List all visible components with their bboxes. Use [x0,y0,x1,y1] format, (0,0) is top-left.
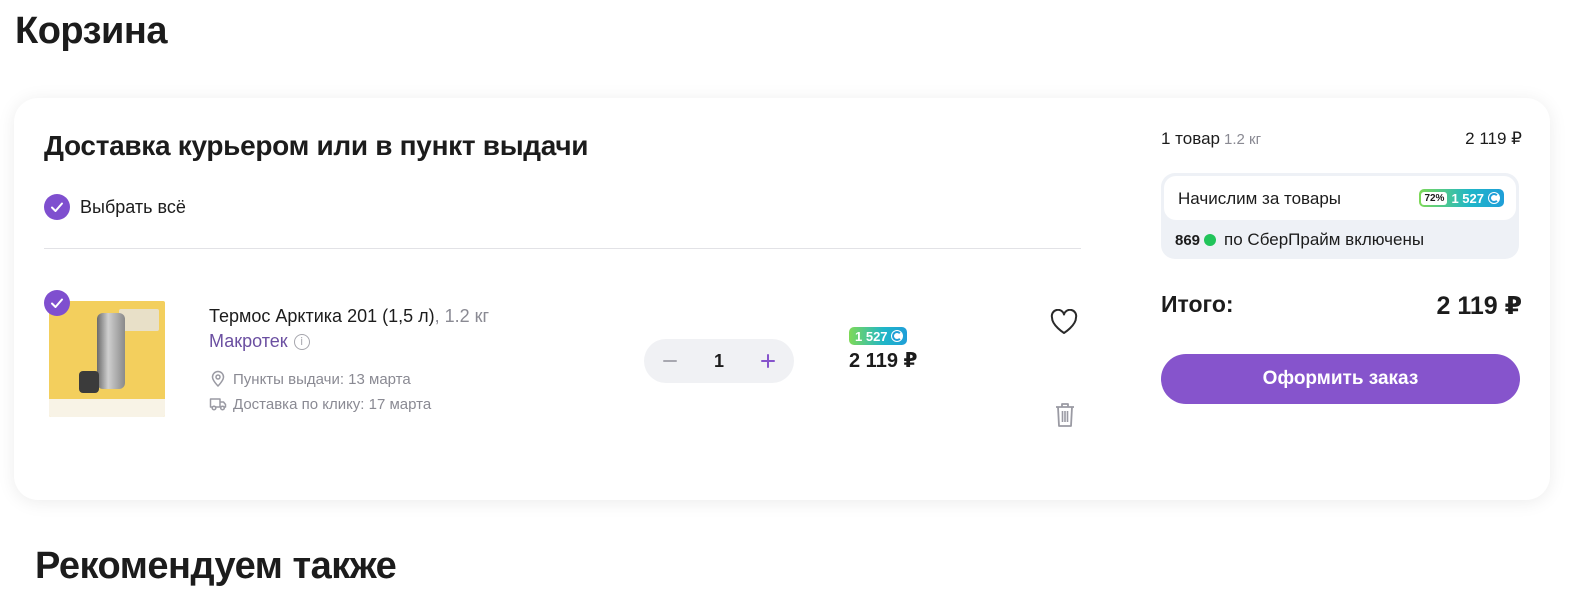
total-label: Итого: [1161,291,1234,317]
product-weight: , 1.2 кг [434,306,490,326]
checkout-button[interactable]: Оформить заказ [1161,354,1520,404]
product-name[interactable]: Термос Арктика 201 (1,5 л), 1.2 кг [209,306,489,327]
pickup-delivery: Пункты выдачи: 13 марта [209,370,411,388]
decrease-button[interactable] [658,349,682,373]
total-value: 2 119 ₽ [1436,292,1522,320]
sberprime-amount: 869 [1175,231,1201,249]
seller-name[interactable]: Макротек [209,331,288,352]
select-all-label: Выбрать всё [80,196,186,217]
delivery-section-title: Доставка курьером или в пункт выдачи [44,130,589,161]
check-icon [51,298,63,308]
quantity-value[interactable]: 1 [714,351,724,372]
item-bonus-badge: 1 527 [849,327,907,345]
recommend-title: Рекомендуем также [35,545,397,587]
summary-items: 1 товар [1161,129,1220,148]
seller-link[interactable]: Макротек i [209,331,310,352]
courier-text: Доставка по клику: 17 марта [233,395,432,413]
product-image[interactable] [49,301,165,417]
sberprime-row: 869 по СберПрайм включены [1175,230,1424,250]
quantity-stepper: 1 [644,339,794,383]
info-icon[interactable]: i [293,333,310,350]
item-bonus-amount: 1 527 [855,328,888,344]
summary-sum: 2 119 ₽ [1465,129,1522,148]
trash-icon[interactable] [1055,402,1075,428]
accrue-label: Начислим за товары [1178,189,1342,208]
minus-icon [663,360,677,362]
divider [44,248,1081,249]
select-all-checkbox[interactable]: Выбрать всё [44,194,186,220]
bonus-percent: 72% [1421,191,1448,205]
location-pin-icon [211,370,225,388]
coin-icon [1488,192,1500,204]
bonus-amount: 1 527 [1451,190,1484,206]
increase-button[interactable] [756,349,780,373]
plus-icon [760,354,775,368]
courier-delivery: Доставка по клику: 17 марта [209,395,431,413]
bonus-box: Начислим за товары 72% 1 527 869 по Сбер… [1161,173,1519,259]
cart-card: Доставка курьером или в пункт выдачи Выб… [14,98,1550,500]
page-title: Корзина [15,10,167,52]
sber-coin-icon [1204,234,1217,246]
sberprime-label: по СберПрайм включены [1224,230,1425,249]
product-title[interactable]: Термос Арктика 201 (1,5 л) [209,306,435,326]
check-icon [44,194,70,220]
heart-icon[interactable] [1050,309,1078,335]
pickup-text: Пункты выдачи: 13 марта [233,370,411,388]
item-price: 2 119 ₽ [849,350,918,372]
bonus-percent-badge: 72% 1 527 [1419,189,1504,207]
coin-icon [890,330,903,342]
summary-weight: 1.2 кг [1223,131,1262,148]
summary-count: 1 товар 1.2 кг [1161,129,1261,149]
bonus-accrue-row: Начислим за товары 72% 1 527 [1164,176,1516,220]
truck-icon [209,398,227,411]
item-checkbox[interactable] [44,290,70,316]
